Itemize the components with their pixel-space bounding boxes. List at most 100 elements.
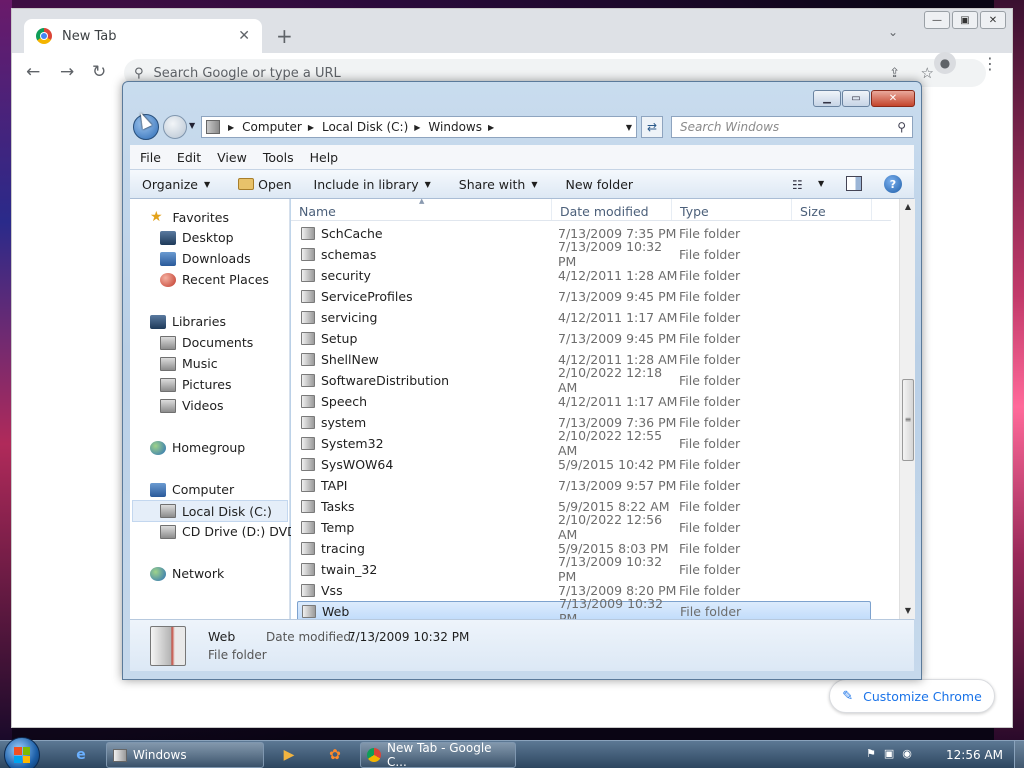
table-row[interactable]: Web7/13/2009 10:32 PMFile folder (297, 596, 871, 626)
reload-icon[interactable]: ↻ (92, 62, 106, 82)
breadcrumb-windows[interactable]: Windows (428, 120, 482, 134)
maximize-button[interactable]: ▭ (842, 90, 870, 107)
tab-new-tab[interactable]: New Tab ✕ (24, 19, 262, 53)
address-bar[interactable]: ▶ Computer ▶ Local Disk (C:) ▶ Windows ▶… (201, 116, 637, 138)
minimize-button[interactable]: — (924, 11, 950, 29)
menu-tools[interactable]: Tools (263, 150, 294, 165)
table-row[interactable]: twain_32 7/13/2009 10:32 PM File folder (297, 554, 871, 584)
organize-button[interactable]: Organize ▼ (142, 177, 210, 192)
column-name[interactable]: ▲ Name (291, 197, 552, 220)
nav-documents[interactable]: Documents (160, 335, 253, 350)
include-in-library-button[interactable]: Include in library ▼ (314, 177, 431, 192)
taskbar-explorer[interactable]: Windows (106, 742, 264, 768)
menu-help[interactable]: Help (310, 150, 339, 165)
file-name: twain_32 (321, 561, 378, 577)
recent-pages-icon[interactable]: ▼ (189, 121, 195, 130)
menu-file[interactable]: File (140, 150, 161, 165)
tab-search-button[interactable]: ⌄ (888, 25, 898, 39)
file-name: SoftwareDistribution (321, 372, 450, 388)
table-row[interactable]: Temp 2/10/2022 12:56 AM File folder (297, 512, 871, 542)
table-row[interactable]: SoftwareDistribution 2/10/2022 12:18 AM Fi… (297, 365, 871, 395)
profile-icon[interactable]: ● (934, 52, 956, 74)
nav-libraries[interactable]: Libraries (150, 314, 226, 329)
nav-desktop[interactable]: Desktop (160, 230, 234, 245)
volume-icon[interactable]: ◉ (902, 747, 912, 760)
folder-icon (301, 289, 315, 303)
table-row[interactable]: schemas 7/13/2009 10:32 PM File folder (297, 239, 871, 269)
media-player-icon[interactable]: ▶ (278, 744, 300, 766)
file-name: TAPI (321, 477, 348, 493)
close-button[interactable]: ✕ (980, 11, 1006, 29)
show-desktop-button[interactable] (1014, 741, 1024, 768)
folder-icon (301, 541, 315, 555)
taskbar-chrome[interactable]: New Tab - Google C... (360, 741, 516, 768)
minimize-button[interactable]: ▁ (813, 90, 841, 107)
nav-downloads[interactable]: Downloads (160, 251, 251, 266)
column-date-modified[interactable]: Date modified (552, 199, 672, 220)
table-row[interactable]: System32 2/10/2022 12:55 AM File folder (297, 428, 871, 458)
folder-icon (301, 331, 315, 345)
table-row[interactable]: security 4/12/2011 1:28 AM File folder (297, 265, 871, 285)
tab-close-button[interactable]: ✕ (238, 28, 250, 44)
file-type: File folder (679, 435, 741, 451)
back-icon[interactable]: ← (26, 62, 40, 82)
menu-view[interactable]: View (217, 150, 247, 165)
forward-button[interactable] (163, 115, 187, 139)
clock[interactable]: 12:56 AM (946, 748, 1003, 762)
refresh-button[interactable]: ⇄ (641, 116, 663, 138)
scroll-thumb[interactable]: ≡ (902, 379, 914, 461)
paint-icon[interactable]: ✿ (324, 744, 346, 766)
nav-recent-places[interactable]: Recent Places (160, 272, 269, 287)
vertical-scrollbar[interactable]: ▲ ≡ ▼ (899, 199, 915, 619)
star-icon[interactable]: ☆ (921, 64, 934, 82)
nav-computer[interactable]: Computer (150, 482, 234, 497)
table-row[interactable]: ServiceProfiles 7/13/2009 9:45 PM File fol… (297, 286, 871, 306)
new-tab-button[interactable]: + (276, 24, 293, 48)
table-row[interactable]: SysWOW64 5/9/2015 10:42 PM File folder (297, 454, 871, 474)
maximize-button[interactable]: ▣ (952, 11, 978, 29)
menu-edit[interactable]: Edit (177, 150, 201, 165)
drive-icon (160, 504, 176, 518)
forward-icon[interactable]: → (60, 62, 74, 82)
nav-local-disk[interactable]: Local Disk (C:) (132, 500, 288, 522)
share-with-button[interactable]: Share with ▼ (459, 177, 538, 192)
folder-icon (301, 373, 315, 387)
view-dropdown-icon[interactable]: ▼ (818, 179, 824, 188)
table-row[interactable]: TAPI 7/13/2009 9:57 PM File folder (297, 475, 871, 495)
table-row[interactable]: Speech 4/12/2011 1:17 AM File folder (297, 391, 871, 411)
table-row[interactable]: servicing 4/12/2011 1:17 AM File folder (297, 307, 871, 327)
file-type: File folder (679, 561, 741, 577)
open-button[interactable]: Open (238, 177, 292, 192)
start-orb-icon[interactable] (4, 737, 40, 768)
search-box[interactable]: Search Windows ⚲ (671, 116, 913, 138)
scroll-up-icon[interactable]: ▲ (900, 199, 916, 215)
breadcrumb-local-disk[interactable]: Local Disk (C:) (322, 120, 408, 134)
address-dropdown-icon[interactable]: ▼ (626, 123, 632, 132)
customize-chrome-button[interactable]: ✎ Customize Chrome (829, 679, 995, 713)
menu-icon[interactable]: ⋮ (982, 54, 998, 73)
breadcrumb-computer[interactable]: Computer (242, 120, 302, 134)
nav-pictures[interactable]: Pictures (160, 377, 232, 392)
nav-favorites[interactable]: ★ Favorites (150, 209, 229, 225)
help-icon[interactable]: ? (884, 175, 902, 193)
share-icon[interactable]: ⇪ (889, 66, 900, 81)
column-size[interactable]: Size (792, 199, 872, 220)
scroll-down-icon[interactable]: ▼ (900, 603, 916, 619)
preview-pane-icon[interactable] (846, 176, 862, 191)
nav-network[interactable]: Network (150, 566, 224, 581)
open-icon (238, 178, 255, 190)
nav-videos[interactable]: Videos (160, 398, 224, 413)
nav-music[interactable]: Music (160, 356, 218, 371)
folder-icon (206, 120, 220, 134)
column-type[interactable]: Type (672, 199, 792, 220)
ie-icon[interactable]: e (70, 744, 92, 766)
nav-cd-drive[interactable]: CD Drive (D:) DVD (160, 524, 297, 539)
view-icon[interactable]: ☷ (792, 178, 803, 192)
close-button[interactable]: ✕ (871, 90, 915, 107)
network-tray-icon[interactable]: ▣ (884, 747, 894, 760)
nav-homegroup[interactable]: Homegroup (150, 440, 245, 455)
new-folder-button[interactable]: New folder (566, 177, 634, 192)
file-name: security (321, 267, 371, 283)
action-center-icon[interactable]: ⚑ (866, 747, 876, 760)
table-row[interactable]: Setup 7/13/2009 9:45 PM File folder (297, 328, 871, 348)
